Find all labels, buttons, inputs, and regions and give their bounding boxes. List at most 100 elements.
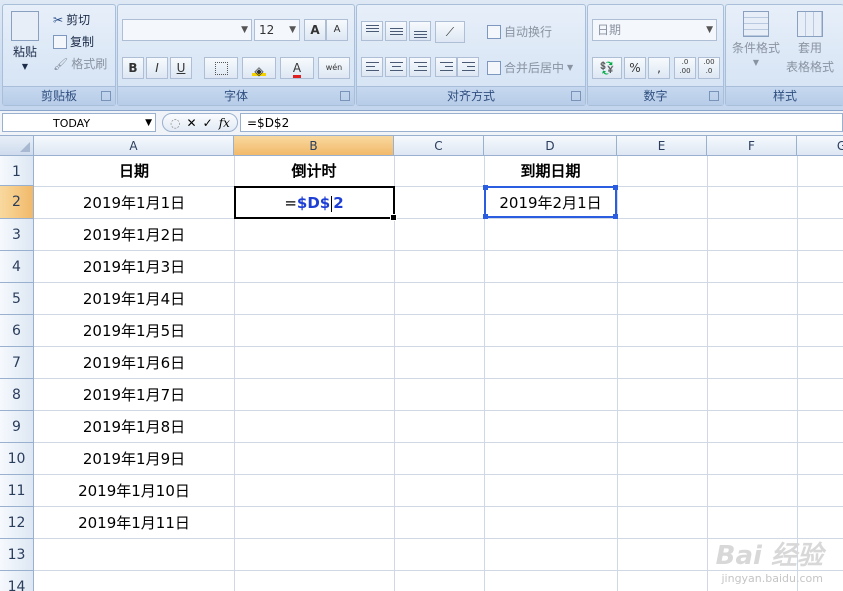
merge-icon — [487, 60, 501, 75]
cell-b1[interactable]: 倒计时 — [234, 156, 394, 186]
decrease-decimal-button[interactable]: .00 .0 — [698, 57, 720, 79]
cell-d1[interactable]: 到期日期 — [484, 156, 617, 186]
formula-bar: TODAY ▼ ◌ ✕ ✓ fx =$D$2 — [0, 111, 843, 136]
chevron-down-icon: ▼ — [289, 25, 296, 35]
column-header-d[interactable]: D — [484, 136, 617, 156]
decrease-indent-button[interactable] — [435, 57, 457, 77]
bold-button[interactable]: B — [122, 57, 144, 79]
row-header[interactable]: 1 — [0, 156, 34, 186]
copy-button[interactable]: 复制 — [53, 33, 94, 50]
cell-a1[interactable]: 日期 — [34, 156, 234, 186]
column-header-g[interactable]: G — [797, 136, 843, 156]
paint-bucket-icon: ◈ — [252, 61, 266, 78]
number-format-select[interactable]: 日期 ▼ — [592, 19, 717, 41]
font-color-button[interactable]: A — [280, 57, 314, 79]
circle-handle-icon: ◌ — [170, 115, 181, 130]
column-header-f[interactable]: F — [707, 136, 797, 156]
align-top-button[interactable] — [361, 21, 383, 41]
phonetic-button[interactable]: wén — [318, 57, 350, 79]
enter-icon[interactable]: ✓ — [203, 116, 213, 130]
currency-button[interactable]: 💱 — [592, 57, 622, 79]
cell-a4[interactable]: 2019年1月3日 — [34, 251, 234, 283]
select-all-corner[interactable] — [0, 136, 34, 156]
cell-a10[interactable]: 2019年1月9日 — [34, 443, 234, 475]
row-header[interactable]: 13 — [0, 539, 34, 571]
align-right-button[interactable] — [409, 57, 431, 77]
grow-font-button[interactable]: A — [304, 19, 326, 41]
cell-a7[interactable]: 2019年1月6日 — [34, 347, 234, 379]
increase-decimal-button[interactable]: .0 .00 — [674, 57, 696, 79]
text-angle-icon: ⟋ — [445, 25, 455, 39]
format-as-table-button[interactable]: 套用 表格格式 — [786, 11, 834, 75]
alignment-group: ⟋ 自动换行 合并后居中 ▼ 对齐方式 — [356, 4, 586, 106]
orientation-button[interactable]: ⟋ — [435, 21, 465, 43]
column-header-e[interactable]: E — [617, 136, 707, 156]
insert-function-icon[interactable]: fx — [219, 116, 230, 130]
percent-button[interactable]: % — [624, 57, 646, 79]
column-header-b[interactable]: B — [234, 136, 394, 156]
cancel-icon[interactable]: ✕ — [187, 116, 197, 130]
format-painter-button[interactable]: 🖌 格式刷 — [53, 55, 107, 72]
cell-a11[interactable]: 2019年1月10日 — [34, 475, 234, 507]
shrink-font-button[interactable]: A — [326, 19, 348, 41]
row-header[interactable]: 12 — [0, 507, 34, 539]
conditional-format-icon — [743, 11, 769, 37]
gridline — [484, 156, 485, 591]
cell-a3[interactable]: 2019年1月2日 — [34, 219, 234, 251]
gridline — [707, 156, 708, 591]
row-header[interactable]: 14 — [0, 571, 34, 591]
worksheet-grid: A B C D E F G 1 2 3 4 5 6 7 8 9 10 11 12… — [0, 136, 843, 591]
paste-button[interactable]: 粘贴 ▼ — [11, 11, 39, 71]
watermark: Bai 经验 jingyan.baidu.com — [715, 541, 823, 585]
chevron-down-icon: ▼ — [567, 63, 574, 72]
column-header-c[interactable]: C — [394, 136, 484, 156]
cell-a5[interactable]: 2019年1月4日 — [34, 283, 234, 315]
name-box[interactable]: TODAY ▼ — [2, 113, 156, 132]
alignment-launcher-icon[interactable] — [571, 91, 581, 101]
row-header[interactable]: 2 — [0, 186, 34, 219]
clipboard-launcher-icon[interactable] — [101, 91, 111, 101]
row-header[interactable]: 7 — [0, 347, 34, 379]
chevron-down-icon: ▼ — [241, 25, 248, 35]
row-header[interactable]: 10 — [0, 443, 34, 475]
cell-a9[interactable]: 2019年1月8日 — [34, 411, 234, 443]
font-name-select[interactable]: ▼ — [122, 19, 252, 41]
cell-a8[interactable]: 2019年1月7日 — [34, 379, 234, 411]
cell-a12[interactable]: 2019年1月11日 — [34, 507, 234, 539]
align-left-button[interactable] — [361, 57, 383, 77]
row-header[interactable]: 11 — [0, 475, 34, 507]
increase-indent-button[interactable] — [457, 57, 479, 77]
row-header[interactable]: 4 — [0, 251, 34, 283]
fill-color-button[interactable]: ◈ — [242, 57, 276, 79]
underline-button[interactable]: U — [170, 57, 192, 79]
cell-d2[interactable]: 2019年2月1日 — [484, 187, 617, 219]
ribbon: 粘贴 ▼ ✂ 剪切 复制 🖌 格式刷 剪贴板 ▼ 12▼ A A B I U — [0, 0, 843, 111]
row-header[interactable]: 3 — [0, 219, 34, 251]
cell-a2[interactable]: 2019年1月1日 — [34, 187, 234, 219]
number-launcher-icon[interactable] — [709, 91, 719, 101]
cut-button[interactable]: ✂ 剪切 — [53, 11, 90, 28]
column-header-a[interactable]: A — [34, 136, 234, 156]
align-bottom-button[interactable] — [409, 21, 431, 41]
wrap-text-button[interactable]: 自动换行 — [487, 23, 552, 40]
font-launcher-icon[interactable] — [340, 91, 350, 101]
comma-button[interactable]: , — [648, 57, 670, 79]
row-header[interactable]: 6 — [0, 315, 34, 347]
chevron-down-icon[interactable]: ▼ — [145, 114, 152, 133]
row-header[interactable]: 5 — [0, 283, 34, 315]
border-button[interactable] — [204, 57, 238, 79]
clipboard-group-label: 剪贴板 — [3, 86, 115, 105]
align-middle-button[interactable] — [385, 21, 407, 41]
italic-button[interactable]: I — [146, 57, 168, 79]
formula-input[interactable]: =$D$2 — [240, 113, 843, 132]
cell-b2-editor[interactable]: =$D$ 2 — [234, 187, 394, 219]
copy-icon — [53, 34, 67, 49]
row-header[interactable]: 8 — [0, 379, 34, 411]
conditional-format-button[interactable]: 条件格式 ▼ — [732, 11, 780, 67]
font-color-icon: A — [292, 61, 302, 78]
align-center-button[interactable] — [385, 57, 407, 77]
row-header[interactable]: 9 — [0, 411, 34, 443]
merge-center-button[interactable]: 合并后居中 ▼ — [487, 59, 573, 76]
cell-a6[interactable]: 2019年1月5日 — [34, 315, 234, 347]
font-size-select[interactable]: 12 ▼ — [254, 19, 300, 41]
